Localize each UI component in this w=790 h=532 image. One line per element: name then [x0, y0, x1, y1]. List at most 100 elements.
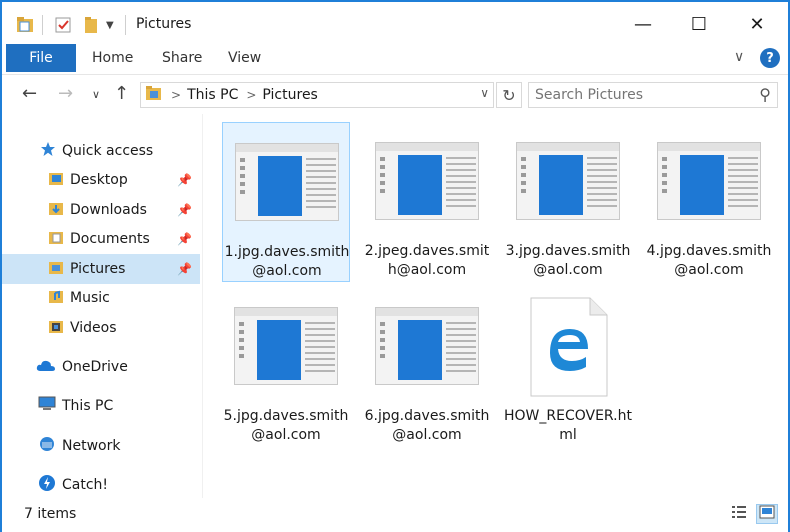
file-name: HOW_RECOVER.html: [504, 408, 632, 443]
pictures-folder-icon: [48, 259, 64, 279]
search-box[interactable]: ⚲: [528, 82, 778, 108]
sidebar-item-this-pc[interactable]: This PC: [2, 391, 200, 421]
address-dropdown-chevron-icon[interactable]: ∨: [480, 86, 489, 100]
desktop-folder-icon: [48, 170, 64, 190]
image-thumbnail-icon: [516, 142, 620, 220]
title-divider: [125, 15, 126, 35]
music-folder-icon: [48, 288, 64, 308]
sidebar-item-label: Quick access: [62, 143, 154, 159]
explorer-window: ▼ Pictures — ☐ ✕ File Home Share View ∨ …: [0, 0, 790, 532]
folder-properties-icon[interactable]: [16, 14, 36, 36]
help-icon[interactable]: ?: [760, 48, 780, 68]
file-name: 5.jpg.daves.smith@aol.com: [223, 408, 349, 443]
file-item[interactable]: 3.jpg.daves.smith@aol.com: [504, 122, 632, 282]
divider-icon: [42, 14, 44, 36]
sidebar-item-pictures[interactable]: Pictures 📌: [2, 254, 200, 284]
file-item[interactable]: 5.jpg.daves.smith@aol.com: [222, 287, 350, 447]
status-bar: 7 items: [2, 498, 788, 532]
details-view-button[interactable]: [728, 504, 750, 524]
sidebar-item-label: Downloads: [70, 202, 147, 218]
breadcrumb-this-pc[interactable]: This PC: [187, 87, 238, 103]
recent-locations-chevron-icon[interactable]: ∨: [92, 88, 100, 101]
sidebar-item-label: Videos: [70, 320, 117, 336]
window-title: Pictures: [136, 16, 192, 32]
cloud-icon: [36, 358, 56, 376]
search-icon: ⚲: [759, 85, 771, 104]
pin-icon[interactable]: 📌: [177, 173, 192, 187]
tab-view[interactable]: View: [228, 50, 261, 66]
network-icon: [38, 436, 56, 456]
image-thumbnail-icon: [235, 143, 339, 221]
file-name: 3.jpg.daves.smith@aol.com: [505, 243, 631, 278]
new-folder-icon[interactable]: [82, 14, 100, 36]
sidebar-item-label: Catch!: [62, 477, 109, 493]
item-count: 7 items: [24, 506, 77, 522]
star-icon: [40, 141, 56, 161]
navigation-pane: Quick access Desktop 📌 Downloads 📌 Docum…: [2, 114, 202, 498]
sidebar-item-documents[interactable]: Documents 📌: [2, 224, 200, 254]
file-name: 4.jpg.daves.smith@aol.com: [646, 243, 772, 278]
sidebar-item-downloads[interactable]: Downloads 📌: [2, 195, 200, 225]
sidebar-item-quick-access[interactable]: Quick access: [2, 136, 200, 166]
edge-html-document-icon: [530, 297, 608, 397]
maximize-button[interactable]: ☐: [670, 2, 728, 46]
file-name: 2.jpeg.daves.smith@aol.com: [364, 243, 490, 278]
large-icons-view-icon: [759, 505, 775, 523]
sidebar-item-label: This PC: [62, 398, 114, 414]
breadcrumb-pictures[interactable]: Pictures: [262, 87, 317, 103]
pin-icon[interactable]: 📌: [177, 203, 192, 217]
close-button[interactable]: ✕: [728, 2, 786, 46]
minimize-button[interactable]: —: [614, 2, 672, 46]
sidebar-item-label: OneDrive: [62, 359, 128, 375]
ribbon-expand-chevron-icon[interactable]: ∨: [734, 49, 744, 65]
file-item[interactable]: 1.jpg.daves.smith@aol.com: [222, 122, 350, 282]
up-arrow-icon[interactable]: ↑: [114, 83, 129, 104]
search-input[interactable]: [535, 87, 745, 103]
computer-icon: [38, 396, 56, 416]
refresh-icon[interactable]: ↻: [496, 82, 522, 108]
sidebar-item-onedrive[interactable]: OneDrive: [2, 352, 200, 382]
navigation-bar: ← → ∨ ↑ > This PC > Pictures ∨ ↻ ⚲: [2, 74, 788, 114]
image-thumbnail-icon: [657, 142, 761, 220]
breadcrumb-chevron-icon: >: [171, 88, 182, 102]
sidebar-item-desktop[interactable]: Desktop 📌: [2, 165, 200, 195]
tab-file[interactable]: File: [6, 44, 76, 72]
breadcrumb-chevron-icon: >: [246, 88, 257, 102]
properties-checkmark-icon[interactable]: [54, 14, 72, 36]
pin-icon[interactable]: 📌: [177, 262, 192, 276]
tab-home[interactable]: Home: [92, 50, 133, 66]
documents-folder-icon: [48, 229, 64, 249]
videos-folder-icon: [48, 318, 64, 338]
image-thumbnail-icon: [234, 307, 338, 385]
large-icons-view-button[interactable]: [756, 504, 778, 524]
sidebar-item-catch[interactable]: Catch!: [2, 470, 200, 500]
forward-arrow-icon[interactable]: →: [58, 83, 73, 104]
image-thumbnail-icon: [375, 307, 479, 385]
sidebar-item-label: Pictures: [70, 261, 126, 277]
downloads-folder-icon: [48, 200, 64, 220]
file-item[interactable]: 4.jpg.daves.smith@aol.com: [645, 122, 773, 282]
title-bar: ▼ Pictures — ☐ ✕: [2, 2, 788, 46]
pin-icon[interactable]: 📌: [177, 232, 192, 246]
details-view-icon: [731, 505, 747, 523]
file-item[interactable]: 6.jpg.daves.smith@aol.com: [363, 287, 491, 447]
file-name: 1.jpg.daves.smith@aol.com: [224, 244, 350, 279]
pictures-folder-icon: [145, 85, 163, 105]
catch-icon: [38, 474, 56, 496]
address-bar[interactable]: > This PC > Pictures ∨: [140, 82, 494, 108]
tab-share[interactable]: Share: [162, 50, 202, 66]
image-thumbnail-icon: [375, 142, 479, 220]
back-arrow-icon[interactable]: ←: [22, 83, 37, 104]
sidebar-item-label: Desktop: [70, 172, 128, 188]
sidebar-item-videos[interactable]: Videos: [2, 313, 200, 343]
file-item[interactable]: HOW_RECOVER.html: [504, 287, 632, 447]
customize-toolbar-chevron-icon[interactable]: ▼: [106, 14, 114, 36]
file-item[interactable]: 2.jpeg.daves.smith@aol.com: [363, 122, 491, 282]
sidebar-item-network[interactable]: Network: [2, 431, 200, 461]
sidebar-item-label: Network: [62, 438, 121, 454]
file-list: 1.jpg.daves.smith@aol.com 2.jpeg.daves.s…: [206, 114, 788, 498]
ribbon: File Home Share View ∨ ?: [2, 44, 788, 72]
sidebar-item-music[interactable]: Music: [2, 283, 200, 313]
pane-divider[interactable]: [202, 114, 203, 498]
file-name: 6.jpg.daves.smith@aol.com: [364, 408, 490, 443]
